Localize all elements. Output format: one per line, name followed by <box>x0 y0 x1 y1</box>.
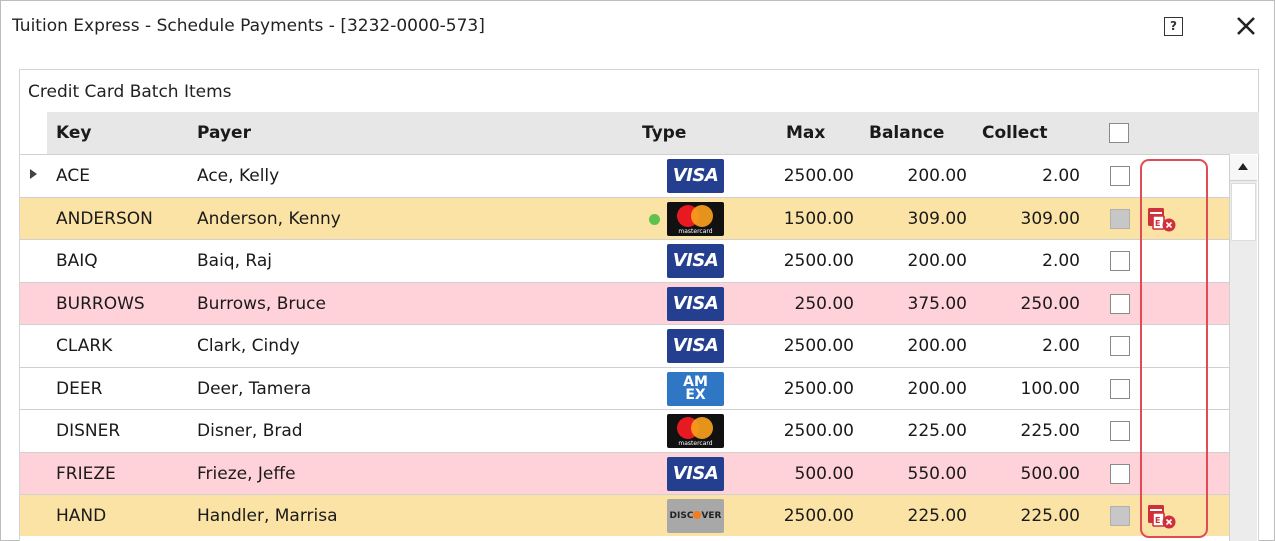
cell-max: 2500.00 <box>783 166 854 186</box>
column-header-balance[interactable]: Balance <box>869 123 944 143</box>
cell-key: DISNER <box>56 421 121 441</box>
cell-balance: 200.00 <box>907 166 967 186</box>
cell-balance: 200.00 <box>907 378 967 399</box>
visa-card-icon: VISA <box>667 329 724 363</box>
help-button[interactable]: ? <box>1164 17 1183 36</box>
cell-collect: 225.00 <box>1020 421 1080 441</box>
cell-payer: Baiq, Raj <box>197 251 272 271</box>
select-all-checkbox[interactable] <box>1109 123 1129 143</box>
scroll-up-button[interactable] <box>1230 155 1257 181</box>
cell-key: FRIEZE <box>56 463 116 484</box>
cell-payer: Burrows, Bruce <box>197 293 326 314</box>
row-checkbox[interactable] <box>1110 166 1130 186</box>
row-checkbox[interactable] <box>1110 293 1130 314</box>
scroll-thumb[interactable] <box>1231 183 1256 241</box>
cell-payer: Frieze, Jeffe <box>197 463 296 484</box>
row-checkbox[interactable] <box>1110 421 1130 441</box>
card-error-icon[interactable]: E <box>1147 207 1177 233</box>
cell-key: ACE <box>56 166 90 186</box>
cell-max: 2500.00 <box>783 421 854 441</box>
title-bar: Tuition Express - Schedule Payments - [3… <box>1 1 1274 53</box>
cell-payer: Ace, Kelly <box>197 166 280 186</box>
cell-payer: Anderson, Kenny <box>197 208 341 229</box>
table-row[interactable]: CLARK Clark, Cindy VISA 2500.00 200.00 2.00 <box>20 324 1230 366</box>
close-icon <box>1237 17 1255 35</box>
svg-text:E: E <box>1155 516 1160 525</box>
cell-collect: 225.00 <box>1020 506 1080 526</box>
cell-max: 1500.00 <box>783 208 854 229</box>
row-checkbox[interactable] <box>1110 463 1130 484</box>
row-checkbox[interactable] <box>1110 378 1130 399</box>
cell-key: BURROWS <box>56 293 145 314</box>
close-button[interactable] <box>1231 11 1261 41</box>
visa-card-icon: VISA <box>667 286 724 321</box>
cell-balance: 200.00 <box>907 336 967 356</box>
mastercard-card-icon: mastercard <box>667 414 724 448</box>
cell-key: HAND <box>56 506 107 526</box>
cell-key: CLARK <box>56 336 113 356</box>
cell-key: DEER <box>56 378 103 399</box>
svg-text:E: E <box>1155 219 1160 228</box>
table-row[interactable]: BAIQ Baiq, Raj VISA 2500.00 200.00 2.00 <box>20 239 1230 281</box>
cell-balance: 550.00 <box>907 463 967 484</box>
row-checkbox <box>1110 506 1130 526</box>
cell-collect: 309.00 <box>1020 208 1080 229</box>
cell-collect: 100.00 <box>1020 378 1080 399</box>
row-checkbox <box>1110 208 1130 229</box>
panel-title: Credit Card Batch Items <box>28 82 232 102</box>
cell-collect: 2.00 <box>1042 251 1080 271</box>
cell-balance: 309.00 <box>907 208 967 229</box>
visa-card-icon: VISA <box>667 159 724 193</box>
cell-max: 2500.00 <box>783 506 854 526</box>
cell-collect: 2.00 <box>1042 166 1080 186</box>
batch-items-panel: Credit Card Batch Items Key Payer Type M… <box>19 69 1259 541</box>
cell-collect: 500.00 <box>1020 463 1080 484</box>
table-row[interactable]: ACE Ace, Kelly VISA 2500.00 200.00 2.00 <box>20 154 1230 196</box>
cell-max: 2500.00 <box>783 336 854 356</box>
column-header-payer[interactable]: Payer <box>197 123 251 143</box>
discover-card-icon: DISC VER <box>667 499 724 533</box>
table-row[interactable]: DISNER Disner, Brad mastercard 2500.00 225.0… <box>20 409 1230 451</box>
visa-card-icon: VISA <box>667 456 724 491</box>
visa-card-icon: VISA <box>667 244 724 278</box>
current-row-indicator-icon <box>30 169 37 179</box>
card-error-icon[interactable]: E <box>1147 504 1177 530</box>
cell-payer: Disner, Brad <box>197 421 303 441</box>
table-row[interactable]: DEER Deer, Tamera AM EX 2500.00 200.00 100.00 <box>20 366 1230 409</box>
chevron-up-icon <box>1238 163 1248 170</box>
amex-card-icon: AM EX <box>667 371 724 406</box>
cell-key: BAIQ <box>56 251 98 271</box>
table-row[interactable]: ANDERSON Anderson, Kenny mastercard 1500.00… <box>20 196 1230 239</box>
cell-payer: Handler, Marrisa <box>197 506 338 526</box>
cell-max: 2500.00 <box>783 378 854 399</box>
cell-key: ANDERSON <box>56 208 153 229</box>
vertical-scrollbar[interactable] <box>1229 155 1257 541</box>
column-header-key[interactable]: Key <box>56 123 92 143</box>
row-checkbox[interactable] <box>1110 251 1130 271</box>
cell-collect: 2.00 <box>1042 336 1080 356</box>
table-header: Key Payer Type Max Balance Collect <box>47 112 1259 154</box>
cell-max: 250.00 <box>794 293 854 314</box>
table-row[interactable]: BURROWS Burrows, Bruce VISA 250.00 375.00 250… <box>20 281 1230 324</box>
table-row[interactable]: HAND Handler, Marrisa DISC VER 2500.00 225.00… <box>20 494 1230 536</box>
cell-balance: 200.00 <box>907 251 967 271</box>
table-row[interactable]: FRIEZE Frieze, Jeffe VISA 500.00 550.00 500.0… <box>20 451 1230 494</box>
cell-balance: 225.00 <box>907 506 967 526</box>
schedule-payments-window: Tuition Express - Schedule Payments - [3… <box>0 0 1275 541</box>
cell-balance: 375.00 <box>907 293 967 314</box>
row-checkbox[interactable] <box>1110 336 1130 356</box>
column-header-collect[interactable]: Collect <box>982 123 1048 143</box>
cell-payer: Deer, Tamera <box>197 378 312 399</box>
cell-max: 500.00 <box>794 463 854 484</box>
column-header-max[interactable]: Max <box>786 123 825 143</box>
cell-collect: 250.00 <box>1020 293 1080 314</box>
window-title: Tuition Express - Schedule Payments - [3… <box>12 16 485 36</box>
cell-balance: 225.00 <box>907 421 967 441</box>
mastercard-card-icon: mastercard <box>667 201 724 236</box>
status-dot-icon <box>649 213 660 225</box>
cell-max: 2500.00 <box>783 251 854 271</box>
column-header-type[interactable]: Type <box>642 123 686 143</box>
cell-payer: Clark, Cindy <box>197 336 300 356</box>
